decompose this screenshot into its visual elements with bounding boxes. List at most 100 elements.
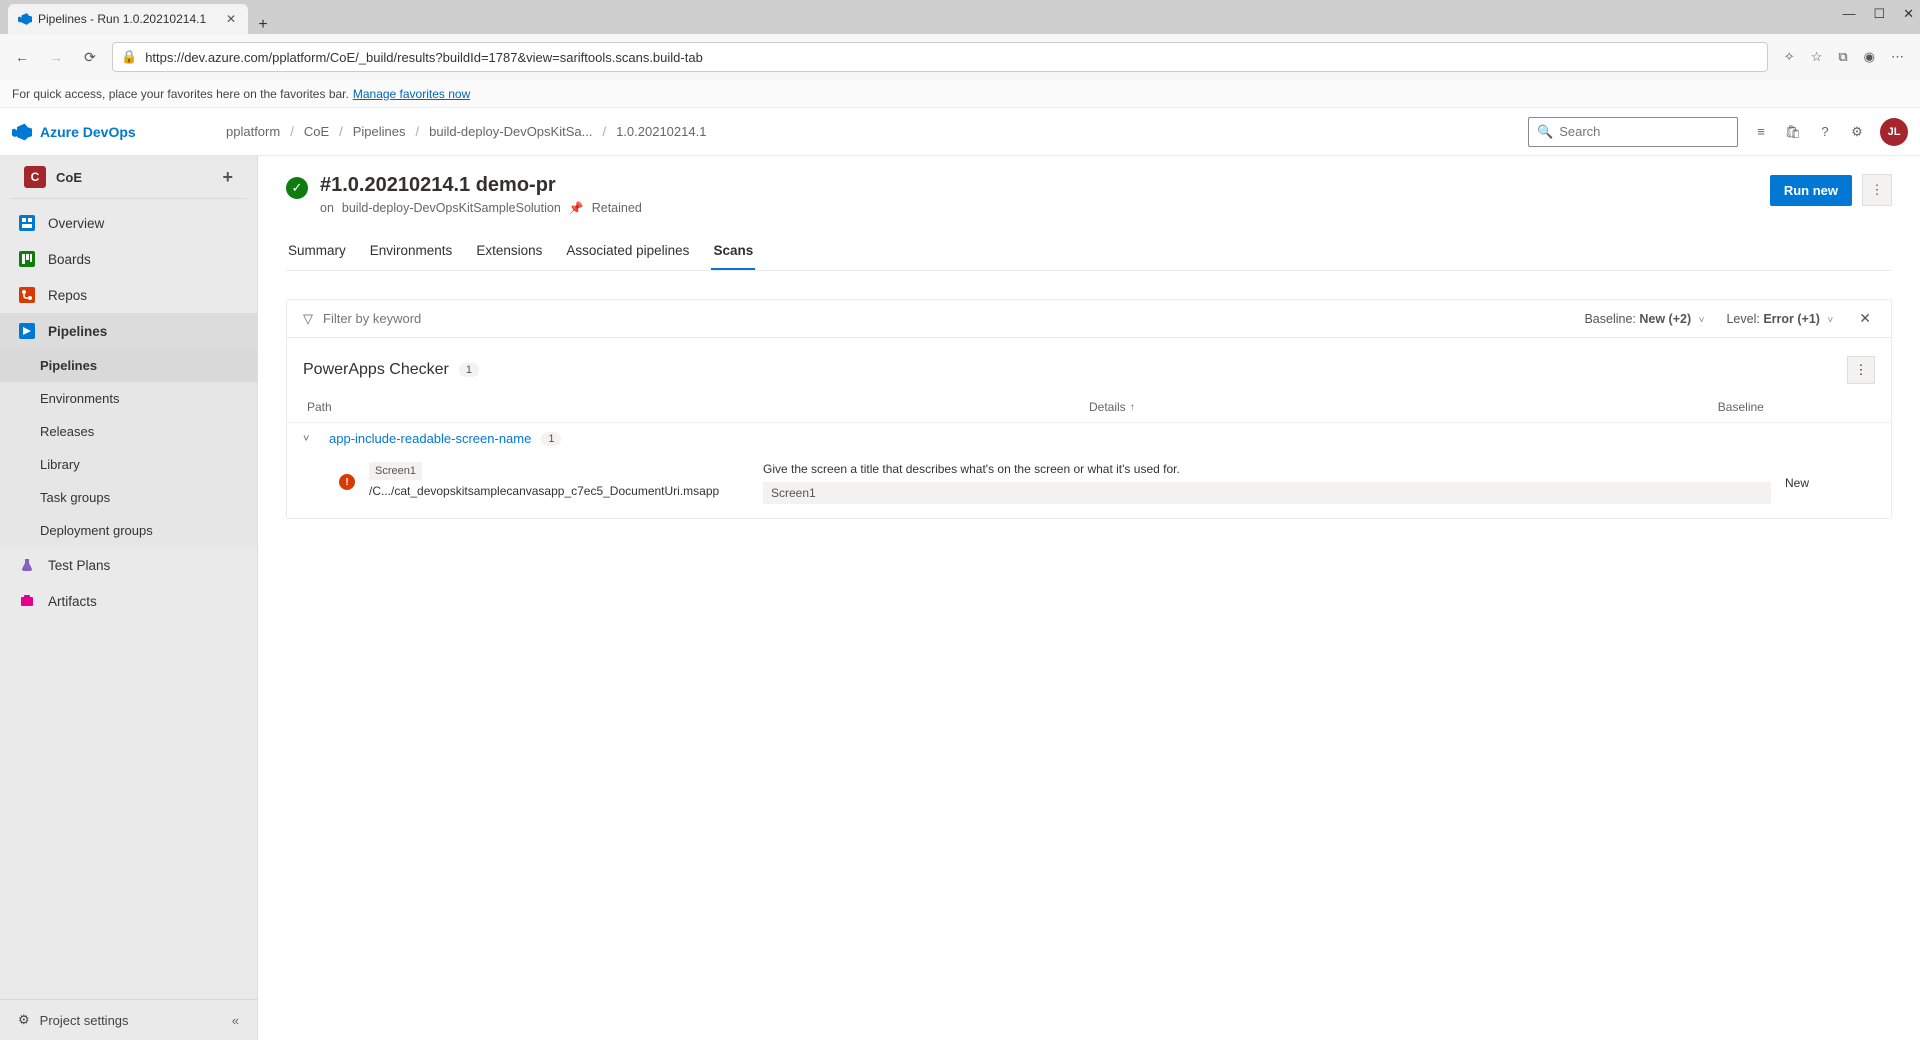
run-title: #1.0.20210214.1 demo-pr xyxy=(320,174,642,197)
filter-input[interactable] xyxy=(323,311,1574,326)
sidebar-sub-deploymentgroups[interactable]: Deployment groups xyxy=(0,514,257,547)
forward-button: → xyxy=(44,49,68,65)
pipelines-icon xyxy=(18,322,36,340)
sidebar-sub-environments[interactable]: Environments xyxy=(0,382,257,415)
browser-menu-icon[interactable]: ⋯ xyxy=(1891,49,1904,65)
chevron-down-icon: ˅ xyxy=(1827,315,1833,326)
breadcrumb-pipeline[interactable]: build-deploy-DevOpsKitSa... xyxy=(429,124,592,139)
sidebar-label: Test Plans xyxy=(48,558,110,573)
repos-icon xyxy=(18,286,36,304)
chevron-down-icon: ˅ xyxy=(1699,315,1705,326)
browser-tab[interactable]: Pipelines - Run 1.0.20210214.1 ✕ xyxy=(8,4,248,34)
search-input[interactable]: 🔍 xyxy=(1528,117,1738,147)
sidebar-item-overview[interactable]: Overview xyxy=(0,205,257,241)
search-field[interactable] xyxy=(1559,124,1735,139)
refresh-button[interactable]: ⟳ xyxy=(78,49,102,66)
favorites-hint: For quick access, place your favorites h… xyxy=(12,87,349,101)
run-more-menu[interactable]: ⋮ xyxy=(1862,174,1892,206)
breadcrumb: pplatform/ CoE/ Pipelines/ build-deploy-… xyxy=(226,124,706,139)
testplans-icon xyxy=(18,556,36,574)
result-message: Give the screen a title that describes w… xyxy=(763,462,1771,476)
project-name[interactable]: CoE xyxy=(56,170,82,185)
tab-environments[interactable]: Environments xyxy=(368,233,455,270)
sidebar-label: Boards xyxy=(48,252,91,267)
run-new-button[interactable]: Run new xyxy=(1770,175,1852,206)
artifacts-icon xyxy=(18,592,36,610)
details-chip: Screen1 xyxy=(763,482,1771,504)
window-minimize-icon[interactable]: — xyxy=(1842,6,1855,22)
window-close-icon[interactable]: ✕ xyxy=(1903,6,1914,22)
search-icon: 🔍 xyxy=(1537,124,1553,140)
favorite-icon[interactable]: ☆ xyxy=(1811,49,1823,65)
tab-extensions[interactable]: Extensions xyxy=(474,233,544,270)
url-text: https://dev.azure.com/pplatform/CoE/_bui… xyxy=(145,50,703,65)
col-baseline[interactable]: Baseline xyxy=(1718,400,1875,414)
tab-close-icon[interactable]: ✕ xyxy=(224,12,238,26)
sidebar: C CoE + Overview Boards Repos Pipelines … xyxy=(0,156,258,1040)
sidebar-sub-releases[interactable]: Releases xyxy=(0,415,257,448)
boards-icon xyxy=(18,250,36,268)
breadcrumb-org[interactable]: pplatform xyxy=(226,124,280,139)
chevron-down-icon: ˅ xyxy=(303,433,319,445)
checker-title: PowerApps Checker xyxy=(303,361,449,379)
gear-icon: ⚙ xyxy=(18,1012,30,1028)
sidebar-label: Artifacts xyxy=(48,594,97,609)
breadcrumb-pipelines[interactable]: Pipelines xyxy=(353,124,406,139)
manage-favorites-link[interactable]: Manage favorites now xyxy=(353,87,470,101)
help-icon[interactable]: ? xyxy=(1816,124,1834,139)
sidebar-item-boards[interactable]: Boards xyxy=(0,241,257,277)
sidebar-label: Repos xyxy=(48,288,87,303)
add-icon[interactable]: + xyxy=(222,167,233,188)
checker-count: 1 xyxy=(459,363,479,377)
back-button[interactable]: ← xyxy=(10,49,34,65)
read-aloud-icon[interactable]: ✧ xyxy=(1784,49,1795,65)
avatar[interactable]: JL xyxy=(1880,118,1908,146)
checker-more-menu[interactable]: ⋮ xyxy=(1847,356,1875,384)
result-baseline: New xyxy=(1785,462,1875,490)
window-maximize-icon[interactable]: ☐ xyxy=(1873,6,1885,22)
sidebar-item-artifacts[interactable]: Artifacts xyxy=(0,583,257,619)
lock-icon: 🔒 xyxy=(121,49,137,65)
breadcrumb-run[interactable]: 1.0.20210214.1 xyxy=(616,124,706,139)
result-row[interactable]: ! Screen1 /C.../cat_devopskitsamplecanva… xyxy=(287,454,1891,518)
list-icon[interactable]: ≡ xyxy=(1752,124,1770,139)
rule-link[interactable]: app-include-readable-screen-name xyxy=(329,431,531,446)
screen-chip: Screen1 xyxy=(369,462,422,480)
clear-filters-icon[interactable]: ✕ xyxy=(1855,310,1875,327)
sidebar-label: Overview xyxy=(48,216,104,231)
address-bar[interactable]: 🔒 https://dev.azure.com/pplatform/CoE/_b… xyxy=(112,42,1768,72)
profile-icon[interactable]: ◉ xyxy=(1864,49,1875,65)
breadcrumb-project[interactable]: CoE xyxy=(304,124,329,139)
sidebar-item-testplans[interactable]: Test Plans xyxy=(0,547,257,583)
filter-level[interactable]: Level: Error (+1) ˅ xyxy=(1726,312,1833,326)
run-pipeline-link[interactable]: build-deploy-DevOpsKitSampleSolution xyxy=(342,201,561,215)
tab-summary[interactable]: Summary xyxy=(286,233,348,270)
new-tab-button[interactable]: + xyxy=(248,16,278,34)
col-details[interactable]: Details ↑ xyxy=(1089,400,1718,414)
sort-asc-icon: ↑ xyxy=(1130,402,1135,413)
sidebar-sub-pipelines[interactable]: Pipelines xyxy=(0,349,257,382)
collapse-icon[interactable]: « xyxy=(232,1013,239,1028)
sidebar-item-repos[interactable]: Repos xyxy=(0,277,257,313)
tab-scans[interactable]: Scans xyxy=(711,233,755,270)
sidebar-sub-taskgroups[interactable]: Task groups xyxy=(0,481,257,514)
collections-icon[interactable]: ⧉ xyxy=(1838,49,1847,65)
group-count: 1 xyxy=(541,432,561,446)
pin-icon[interactable]: 📌 xyxy=(569,201,584,215)
marketplace-icon[interactable]: 🛍 xyxy=(1784,124,1802,140)
project-settings-link[interactable]: ⚙ Project settings « xyxy=(0,999,257,1040)
tab-associated[interactable]: Associated pipelines xyxy=(564,233,691,270)
sidebar-sub-library[interactable]: Library xyxy=(0,448,257,481)
azure-devops-icon xyxy=(18,12,32,26)
brand-text: Azure DevOps xyxy=(40,124,136,140)
result-group[interactable]: ˅ app-include-readable-screen-name 1 xyxy=(287,422,1891,454)
project-badge: C xyxy=(24,166,46,188)
col-path[interactable]: Path xyxy=(303,400,1089,414)
filter-baseline[interactable]: Baseline: New (+2) ˅ xyxy=(1584,312,1704,326)
sidebar-item-pipelines[interactable]: Pipelines xyxy=(0,313,257,349)
overview-icon xyxy=(18,214,36,232)
user-settings-icon[interactable]: ⚙ xyxy=(1848,124,1866,140)
status-success-icon: ✓ xyxy=(286,177,308,199)
brand-logo[interactable]: Azure DevOps xyxy=(12,122,212,142)
sidebar-label: Pipelines xyxy=(48,324,107,339)
